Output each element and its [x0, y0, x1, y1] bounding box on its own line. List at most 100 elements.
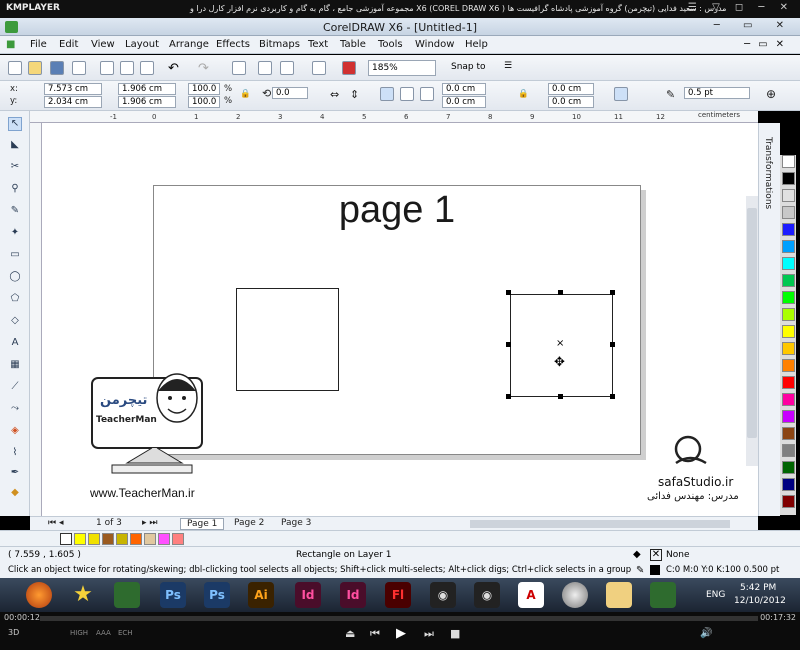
next-page-button[interactable]: ▸ ⏭: [136, 518, 163, 530]
horizontal-scrollbar[interactable]: [470, 520, 730, 528]
menu-tools[interactable]: Tools: [378, 39, 403, 50]
basic-shapes-icon[interactable]: ◇: [8, 315, 22, 329]
mirror-vertical-icon[interactable]: ⇕: [350, 88, 359, 101]
menu-text[interactable]: Text: [308, 39, 328, 50]
menu-bitmaps[interactable]: Bitmaps: [259, 39, 300, 50]
doc-window-controls[interactable]: ─▭✕: [744, 39, 792, 50]
flash-task-icon[interactable]: Fl: [385, 582, 411, 608]
firefox-icon[interactable]: [26, 582, 52, 608]
new-icon[interactable]: [8, 61, 22, 75]
mode-3d[interactable]: 3D: [8, 628, 19, 637]
selection-handle[interactable]: [610, 394, 615, 399]
corner-radius-tl-field[interactable]: 0.0 cm: [442, 83, 486, 95]
pick-tool-icon[interactable]: ↖: [8, 117, 22, 131]
tab-page-1[interactable]: Page 1: [180, 518, 225, 530]
palette-swatch[interactable]: [782, 410, 795, 423]
dimension-tool-icon[interactable]: ⟋: [8, 381, 22, 395]
palette-swatch[interactable]: [782, 393, 795, 406]
tab-page-2[interactable]: Page 2: [228, 518, 270, 530]
menu-help[interactable]: Help: [465, 39, 488, 50]
seek-bar[interactable]: [40, 616, 758, 621]
doc-swatch[interactable]: [74, 533, 86, 545]
mirror-horizontal-icon[interactable]: ⇔: [330, 88, 339, 101]
coreldraw-task-icon[interactable]: [114, 582, 140, 608]
corner-chamfer-icon[interactable]: [420, 87, 434, 101]
blend-tool-icon[interactable]: ◈: [8, 425, 22, 439]
clock-date[interactable]: 12/10/2012: [734, 596, 786, 606]
palette-swatch[interactable]: [782, 206, 795, 219]
print-icon[interactable]: [72, 61, 86, 75]
palette-swatch[interactable]: [782, 495, 795, 508]
copy-icon[interactable]: [120, 61, 134, 75]
menu-table[interactable]: Table: [340, 39, 366, 50]
corner-round-icon[interactable]: [380, 87, 394, 101]
shape-tool-icon[interactable]: ◣: [8, 139, 22, 153]
redo-icon[interactable]: ↷: [198, 61, 212, 76]
ellipse-tool-icon[interactable]: ◯: [8, 271, 22, 285]
palette-swatch[interactable]: [782, 308, 795, 321]
next-icon[interactable]: ⏭: [424, 627, 434, 641]
selection-handle[interactable]: [558, 394, 563, 399]
y-position-field[interactable]: 2.034 cm: [44, 96, 102, 108]
export-icon[interactable]: [280, 61, 294, 75]
rectangle-shape-1[interactable]: [236, 288, 339, 391]
first-page-button[interactable]: ⏮ ◂: [42, 518, 69, 530]
corner-radius-tr-field[interactable]: 0.0 cm: [548, 83, 594, 95]
outline-width-select[interactable]: 0.5 pt: [684, 87, 750, 99]
menu-effects[interactable]: Effects: [216, 39, 250, 50]
crop-tool-icon[interactable]: ✂: [8, 161, 22, 175]
lock-corners-icon[interactable]: 🔒: [518, 89, 529, 99]
corner-scallop-icon[interactable]: [400, 87, 414, 101]
selection-handle[interactable]: [506, 394, 511, 399]
palette-swatch[interactable]: [782, 274, 795, 287]
x-position-field[interactable]: 7.573 cm: [44, 83, 102, 95]
doc-menu-icon[interactable]: ■: [6, 39, 15, 50]
open-icon[interactable]: [28, 61, 42, 75]
undo-icon[interactable]: ↶: [168, 61, 182, 76]
palette-swatch[interactable]: [782, 342, 795, 355]
horizontal-ruler[interactable]: -1 0 1 2 3 4 5 6 7 8 9 10 11 12 centimet…: [30, 111, 758, 123]
palette-swatch[interactable]: [782, 359, 795, 372]
fill-tool-icon[interactable]: ◆: [8, 487, 22, 501]
search-content-icon[interactable]: [232, 61, 246, 75]
palette-swatch[interactable]: [782, 172, 795, 185]
vertical-scrollbar[interactable]: [746, 196, 758, 466]
height-field[interactable]: 1.906 cm: [118, 96, 176, 108]
doc-swatch[interactable]: [102, 533, 114, 545]
language-indicator[interactable]: ENG: [706, 590, 725, 600]
outline-tool-icon[interactable]: ✒: [8, 467, 22, 481]
smart-fill-icon[interactable]: ✦: [8, 227, 22, 241]
palette-swatch[interactable]: [782, 155, 795, 168]
mode-high[interactable]: HIGH: [70, 629, 88, 637]
doc-swatch[interactable]: [88, 533, 100, 545]
paste-icon[interactable]: [140, 61, 154, 75]
player-window-controls[interactable]: ☰ ▽ ◻ ─ ✕: [688, 2, 794, 13]
corner-radius-br-field[interactable]: 0.0 cm: [548, 96, 594, 108]
snap-to-dropdown[interactable]: Snap to: [448, 60, 498, 76]
docker-panel[interactable]: Transformations: [758, 123, 780, 516]
acrobat-task-icon[interactable]: A: [518, 582, 544, 608]
zoom-tool-icon[interactable]: ⚲: [8, 183, 22, 197]
menu-file[interactable]: File: [30, 39, 47, 50]
palette-swatch[interactable]: [782, 478, 795, 491]
menu-view[interactable]: View: [91, 39, 115, 50]
photoshop-task-icon-2[interactable]: Ps: [204, 582, 230, 608]
window-controls[interactable]: ─ ▭ ✕: [714, 20, 794, 31]
selection-handle[interactable]: [558, 290, 563, 295]
doc-swatch[interactable]: [130, 533, 142, 545]
vertical-ruler[interactable]: [30, 123, 42, 516]
polygon-tool-icon[interactable]: ⬠: [8, 293, 22, 307]
doc-swatch[interactable]: [144, 533, 156, 545]
options-icon[interactable]: ☰: [504, 61, 518, 75]
clock-time[interactable]: 5:42 PM: [740, 583, 776, 593]
scale-y-field[interactable]: 100.0: [188, 96, 220, 108]
coreldraw-task-icon-2[interactable]: [650, 582, 676, 608]
explorer-task-icon[interactable]: [606, 582, 632, 608]
rectangle-tool-icon[interactable]: ▭: [8, 249, 22, 263]
scale-x-field[interactable]: 100.0: [188, 83, 220, 95]
connector-tool-icon[interactable]: ⤳: [8, 403, 22, 417]
lock-ratio-icon[interactable]: 🔒: [240, 89, 251, 99]
selection-handle[interactable]: [610, 290, 615, 295]
palette-swatch[interactable]: [782, 427, 795, 440]
eject-icon[interactable]: ⏏: [345, 627, 355, 640]
